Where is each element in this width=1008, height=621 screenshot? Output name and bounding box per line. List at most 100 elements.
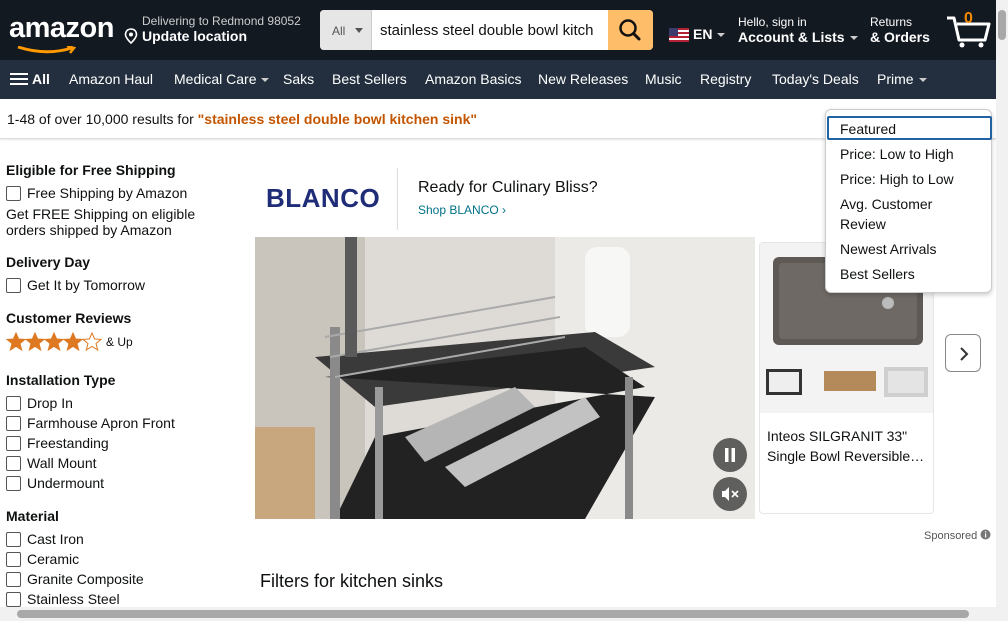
language-label: EN <box>693 26 713 42</box>
language-selector[interactable]: EN <box>693 26 726 42</box>
nav-item-new-releases[interactable]: New Releases <box>538 71 628 87</box>
nav-item-saks[interactable]: Saks <box>283 71 314 87</box>
checkbox[interactable] <box>6 532 21 547</box>
horizontal-scroll-thumb[interactable] <box>17 610 969 618</box>
account-line2-wrap: Account & Lists <box>738 29 858 46</box>
search-category-select[interactable]: All <box>320 10 372 50</box>
search-icon <box>619 19 641 41</box>
sort-option-featured[interactable]: Featured <box>840 119 896 139</box>
checkbox-label: Freestanding <box>27 435 109 451</box>
sort-option-avg-review-cont[interactable]: Review <box>840 214 886 234</box>
ad-video[interactable] <box>255 237 755 519</box>
install-farmhouse-checkbox[interactable]: Farmhouse Apron Front <box>6 415 175 431</box>
sort-option-avg-review[interactable]: Avg. Customer <box>840 194 932 214</box>
checkbox-label: Cast Iron <box>27 531 84 547</box>
four-stars-up-filter[interactable]: & Up <box>5 331 133 355</box>
install-freestanding-checkbox[interactable]: Freestanding <box>6 435 109 451</box>
checkbox-label: Stainless Steel <box>27 591 120 607</box>
nav-item-music[interactable]: Music <box>645 71 682 87</box>
location-pin-icon <box>124 28 138 44</box>
results-count: 1-48 of over 10,000 results for <box>7 111 198 127</box>
orders-line2: & Orders <box>870 29 930 45</box>
sort-option-price-low-high[interactable]: Price: Low to High <box>840 144 954 164</box>
install-drop-in-checkbox[interactable]: Drop In <box>6 395 73 411</box>
material-granite-checkbox[interactable]: Granite Composite <box>6 571 144 587</box>
muted-speaker-icon <box>722 487 739 501</box>
sort-option-best-sellers[interactable]: Best Sellers <box>840 264 915 284</box>
deliver-line2: Update location <box>142 28 248 44</box>
amazon-logo[interactable]: amazon <box>9 12 114 45</box>
nav-item-registry[interactable]: Registry <box>700 71 751 87</box>
search-button[interactable] <box>608 10 653 50</box>
star-rating-icon <box>5 331 103 352</box>
checkbox[interactable] <box>6 476 21 491</box>
install-wall-mount-checkbox[interactable]: Wall Mount <box>6 455 97 471</box>
reviews-heading: Customer Reviews <box>6 310 132 326</box>
nav-item-amazon-haul[interactable]: Amazon Haul <box>69 71 153 87</box>
sort-option-price-high-low[interactable]: Price: High to Low <box>840 169 954 189</box>
nav-item-amazon-basics[interactable]: Amazon Basics <box>425 71 521 87</box>
material-cast-iron-checkbox[interactable]: Cast Iron <box>6 531 84 547</box>
nav-item-prime[interactable]: Prime <box>877 71 927 87</box>
material-stainless-checkbox[interactable]: Stainless Steel <box>6 591 120 607</box>
pause-button[interactable] <box>713 438 747 472</box>
product-title[interactable]: Inteos SILGRANIT 33" Single Bowl Reversi… <box>767 426 929 466</box>
checkbox[interactable] <box>6 592 21 607</box>
delivery-heading: Delivery Day <box>6 254 91 270</box>
cart-count: 0 <box>964 10 973 27</box>
install-undermount-checkbox[interactable]: Undermount <box>6 475 104 491</box>
vertical-scroll-thumb[interactable] <box>998 10 1006 40</box>
reviews-up-label: & Up <box>106 335 133 349</box>
chevron-down-icon <box>918 78 927 83</box>
free-shipping-checkbox[interactable]: Free Shipping by Amazon <box>6 185 187 201</box>
orders-line1: Returns <box>870 15 913 29</box>
nav-item-todays-deals[interactable]: Today's Deals <box>772 71 859 87</box>
results-query: "stainless steel double bowl kitchen sin… <box>197 111 478 127</box>
shop-brand-link[interactable]: Shop BLANCO › <box>418 203 506 217</box>
mute-button[interactable] <box>713 477 747 511</box>
delivery-tomorrow-checkbox[interactable]: Get It by Tomorrow <box>6 277 145 293</box>
brand-logo[interactable]: BLANCO <box>266 183 380 214</box>
installation-heading: Installation Type <box>6 372 116 388</box>
top-header: amazon Delivering to Redmond 98052 Updat… <box>0 0 1008 60</box>
checkbox[interactable] <box>6 186 21 201</box>
search-bar: All <box>320 10 653 50</box>
free-shipping-note-1: Get FREE Shipping on eligible <box>6 206 196 222</box>
vertical-scrollbar[interactable] <box>996 0 1008 621</box>
ad-headline[interactable]: Ready for Culinary Bliss? <box>418 179 598 197</box>
carousel-next-button[interactable] <box>945 334 981 372</box>
checkbox-label: Farmhouse Apron Front <box>27 415 175 431</box>
free-shipping-heading: Eligible for Free Shipping <box>6 162 176 178</box>
checkbox[interactable] <box>6 278 21 293</box>
checkbox[interactable] <box>6 572 21 587</box>
info-icon <box>980 529 991 540</box>
checkbox[interactable] <box>6 416 21 431</box>
free-shipping-note-2: orders shipped by Amazon <box>6 222 172 238</box>
hamburger-menu-icon[interactable] <box>10 73 28 86</box>
nav-all[interactable]: All <box>32 71 50 87</box>
checkbox[interactable] <box>6 456 21 471</box>
sort-option-newest[interactable]: Newest Arrivals <box>840 239 936 259</box>
deliver-location[interactable]: Delivering to Redmond 98052 Update locat… <box>124 14 301 45</box>
nav-item-best-sellers[interactable]: Best Sellers <box>332 71 407 87</box>
sponsored-label[interactable]: Sponsored <box>924 529 991 542</box>
material-ceramic-checkbox[interactable]: Ceramic <box>6 551 79 567</box>
deliver-line1: Delivering to Redmond 98052 <box>142 14 301 28</box>
material-heading: Material <box>6 508 59 524</box>
checkbox[interactable] <box>6 552 21 567</box>
checkbox[interactable] <box>6 396 21 411</box>
search-category-label: All <box>332 24 346 38</box>
checkbox[interactable] <box>6 436 21 451</box>
nav-item-medical-care[interactable]: Medical Care <box>174 71 270 87</box>
video-frame-image <box>255 237 755 519</box>
account-line2: Account & Lists <box>738 29 845 45</box>
filters-heading: Filters for kitchen sinks <box>260 571 444 591</box>
chevron-down-icon <box>355 28 363 33</box>
account-lists[interactable]: Hello, sign in Account & Lists <box>738 15 858 46</box>
returns-orders[interactable]: Returns & Orders <box>870 15 930 46</box>
search-input[interactable] <box>372 10 608 50</box>
us-flag-icon <box>669 28 689 42</box>
results-summary: 1-48 of over 10,000 results for "stainle… <box>7 111 477 127</box>
nav-bar: All Amazon Haul Medical Care Saks Best S… <box>0 60 1008 99</box>
chevron-down-icon <box>261 78 270 83</box>
